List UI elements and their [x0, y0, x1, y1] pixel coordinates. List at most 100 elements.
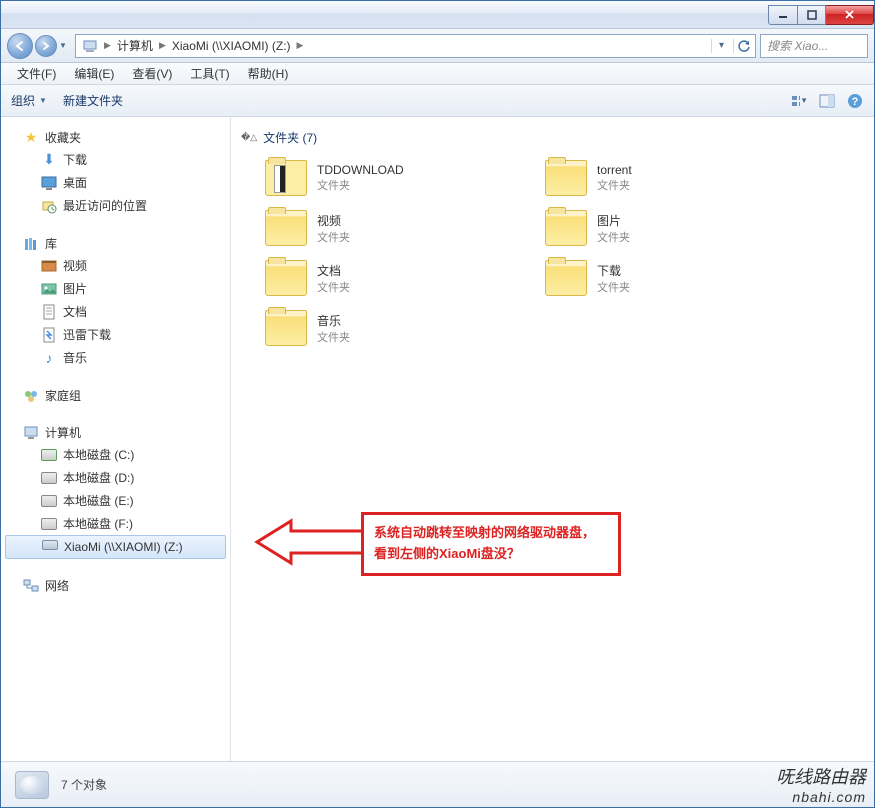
- folder-icon: [545, 210, 587, 246]
- help-button[interactable]: ?: [846, 92, 864, 110]
- netdrive-icon: [42, 539, 58, 555]
- annotation-arrow: [251, 517, 371, 567]
- breadcrumb-computer[interactable]: 计算机: [113, 37, 157, 54]
- music-lib-icon: ♪: [41, 350, 57, 366]
- window-controls: [768, 5, 874, 25]
- main-area: ★ 收藏夹 ⬇ 下载 桌面 最近访问的位置: [1, 117, 874, 761]
- folder-name: 文档: [317, 262, 350, 279]
- breadcrumb-path[interactable]: XiaoMi (\\XIAOMI) (Z:): [168, 39, 295, 53]
- library-icon: [23, 236, 39, 252]
- nav-buttons: ▼: [7, 33, 71, 59]
- folder-icon: [265, 310, 307, 346]
- minimize-button[interactable]: [768, 5, 798, 25]
- chevron-right-icon[interactable]: ▶: [102, 40, 113, 51]
- folder-type: 文件夹: [317, 229, 350, 245]
- star-icon: ★: [23, 130, 39, 146]
- annotation-box: 系统自动跳转至映射的网络驱动器盘， 看到左侧的XiaoMi盘没？: [361, 512, 621, 576]
- folder-name: 视频: [317, 212, 350, 229]
- watermark: 呒线路由器 nbahi.com: [776, 763, 866, 805]
- sidebar-item-netdrive-z[interactable]: XiaoMi (\\XIAOMI) (Z:): [5, 535, 226, 559]
- chevron-right-icon[interactable]: ▶: [157, 40, 168, 51]
- folder-item[interactable]: 图片 文件夹: [541, 206, 801, 250]
- menu-file[interactable]: 文件(F): [9, 63, 64, 84]
- collapse-icon: �△: [241, 132, 257, 143]
- folder-name: 音乐: [317, 312, 350, 329]
- sidebar-item-desktop[interactable]: 桌面: [1, 171, 230, 194]
- video-lib-icon: [41, 258, 57, 274]
- folder-name: torrent: [597, 163, 632, 177]
- close-button[interactable]: [826, 5, 874, 25]
- sidebar-item-xunlei[interactable]: 迅雷下载: [1, 323, 230, 346]
- hdd-icon: [41, 493, 57, 509]
- folder-type: 文件夹: [597, 177, 632, 193]
- menu-tools[interactable]: 工具(T): [182, 63, 237, 84]
- sidebar-item-downloads[interactable]: ⬇ 下载: [1, 148, 230, 171]
- computer-icon: [23, 425, 39, 441]
- favorites-group: ★ 收藏夹 ⬇ 下载 桌面 最近访问的位置: [1, 127, 230, 217]
- sidebar-item-recent[interactable]: 最近访问的位置: [1, 194, 230, 217]
- navigation-pane: ★ 收藏夹 ⬇ 下载 桌面 最近访问的位置: [1, 117, 231, 761]
- search-input[interactable]: 搜索 Xiao...: [760, 34, 868, 58]
- sidebar-item-drive-d[interactable]: 本地磁盘 (D:): [1, 466, 230, 489]
- folder-item[interactable]: 音乐 文件夹: [261, 306, 521, 350]
- folder-type: 文件夹: [317, 329, 350, 345]
- address-bar[interactable]: ▶ 计算机 ▶ XiaoMi (\\XIAOMI) (Z:) ▶ ▾: [75, 34, 756, 58]
- preview-pane-button[interactable]: [818, 92, 836, 110]
- nav-history-dropdown[interactable]: ▼: [59, 41, 71, 50]
- sidebar-item-pictures[interactable]: 图片: [1, 277, 230, 300]
- explorer-window: ▼ ▶ 计算机 ▶ XiaoMi (\\XIAOMI) (Z:) ▶ ▾ 搜索 …: [0, 0, 875, 808]
- new-folder-button[interactable]: 新建文件夹: [63, 92, 123, 109]
- sidebar-item-drive-f[interactable]: 本地磁盘 (F:): [1, 512, 230, 535]
- sidebar-item-music[interactable]: ♪ 音乐: [1, 346, 230, 369]
- toolbar: 组织▼ 新建文件夹 ▼ ?: [1, 85, 874, 117]
- sidebar-item-videos[interactable]: 视频: [1, 254, 230, 277]
- folder-icon: [265, 210, 307, 246]
- forward-button[interactable]: [35, 35, 57, 57]
- address-dropdown[interactable]: ▾: [711, 39, 731, 53]
- chevron-down-icon: ▼: [39, 96, 47, 105]
- computer-group: 计算机 本地磁盘 (C:) 本地磁盘 (D:) 本地磁盘 (E:) 本地磁盘 (…: [1, 422, 230, 559]
- menu-view[interactable]: 查看(V): [124, 63, 180, 84]
- homegroup-header[interactable]: 家庭组: [1, 385, 230, 406]
- computer-header[interactable]: 计算机: [1, 422, 230, 443]
- network-header[interactable]: 网络: [1, 575, 230, 596]
- status-count: 7 个对象: [61, 776, 107, 793]
- menu-edit[interactable]: 编辑(E): [66, 63, 122, 84]
- libraries-header[interactable]: 库: [1, 233, 230, 254]
- xunlei-icon: [41, 327, 57, 343]
- folder-item[interactable]: 视频 文件夹: [261, 206, 521, 250]
- view-options-button[interactable]: ▼: [790, 92, 808, 110]
- files-grid: TDDOWNLOAD 文件夹 torrent 文件夹 视频 文件夹 图片 文件夹…: [241, 150, 801, 350]
- search-placeholder: 搜索 Xiao...: [767, 37, 828, 54]
- sidebar-item-drive-c[interactable]: 本地磁盘 (C:): [1, 443, 230, 466]
- chevron-right-icon[interactable]: ▶: [295, 40, 306, 51]
- network-icon: [23, 578, 39, 594]
- folder-item[interactable]: torrent 文件夹: [541, 156, 801, 200]
- content-pane: �△ 文件夹 (7) TDDOWNLOAD 文件夹 torrent 文件夹 视频…: [231, 117, 874, 761]
- back-button[interactable]: [7, 33, 33, 59]
- computer-icon[interactable]: [78, 38, 102, 54]
- folder-name: 图片: [597, 212, 630, 229]
- refresh-button[interactable]: [733, 39, 753, 53]
- menu-help[interactable]: 帮助(H): [240, 63, 297, 84]
- organize-button[interactable]: 组织▼: [11, 92, 47, 109]
- folder-name: TDDOWNLOAD: [317, 163, 404, 177]
- favorites-header[interactable]: ★ 收藏夹: [1, 127, 230, 148]
- folder-name: 下载: [597, 262, 630, 279]
- folder-group-header[interactable]: �△ 文件夹 (7): [241, 125, 864, 150]
- sidebar-item-documents[interactable]: 文档: [1, 300, 230, 323]
- sidebar-item-drive-e[interactable]: 本地磁盘 (E:): [1, 489, 230, 512]
- folder-type: 文件夹: [317, 177, 404, 193]
- folder-item[interactable]: 文档 文件夹: [261, 256, 521, 300]
- libraries-group: 库 视频 图片 文档: [1, 233, 230, 369]
- maximize-button[interactable]: [798, 5, 826, 25]
- statusbar: 7 个对象 呒线路由器 nbahi.com: [1, 761, 874, 807]
- folder-item[interactable]: 下载 文件夹: [541, 256, 801, 300]
- hdd-icon: [41, 516, 57, 532]
- homegroup-group: 家庭组: [1, 385, 230, 406]
- address-row: ▼ ▶ 计算机 ▶ XiaoMi (\\XIAOMI) (Z:) ▶ ▾ 搜索 …: [1, 29, 874, 63]
- svg-text:?: ?: [852, 96, 859, 108]
- menubar: 文件(F) 编辑(E) 查看(V) 工具(T) 帮助(H): [1, 63, 874, 85]
- folder-item[interactable]: TDDOWNLOAD 文件夹: [261, 156, 521, 200]
- drive-status-icon: [15, 771, 49, 799]
